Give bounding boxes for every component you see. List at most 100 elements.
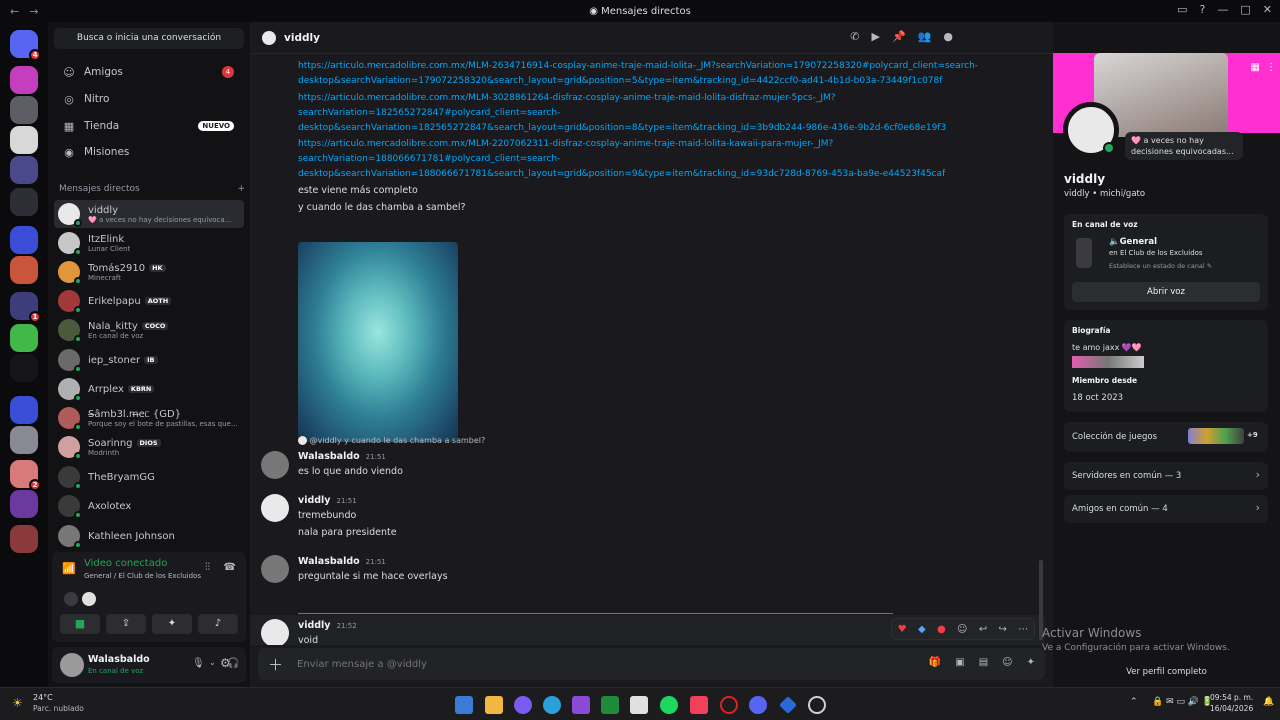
- message-author[interactable]: Walasbaldo 21:51: [298, 451, 386, 462]
- message-link[interactable]: https://articulo.mercadolibre.com.mx/MLM…: [298, 91, 998, 136]
- chevron-down-icon[interactable]: ⌄: [209, 658, 216, 667]
- camera-button[interactable]: ■: [60, 614, 100, 634]
- home-icon[interactable]: 4: [10, 30, 41, 61]
- message-avatar[interactable]: [261, 451, 289, 479]
- cat-image-attachment[interactable]: [298, 242, 458, 442]
- forward-arrow-icon[interactable]: →: [29, 5, 38, 18]
- activities-button[interactable]: ✦: [152, 614, 192, 634]
- voice-call-icon[interactable]: ✆: [850, 30, 859, 43]
- message-avatar[interactable]: [261, 555, 289, 583]
- emoji-icon[interactable]: ☺: [1002, 657, 1012, 668]
- close-icon[interactable]: ✕: [1263, 3, 1272, 16]
- start-icon[interactable]: [455, 696, 473, 714]
- spotify-icon[interactable]: [660, 696, 678, 714]
- voice-channel[interactable]: General / El Club de los Excluidos: [84, 572, 201, 580]
- dm-item[interactable]: Nala_kitty COCO En canal de voz: [54, 316, 244, 344]
- server-icon[interactable]: [10, 426, 38, 454]
- noise-suppression-icon[interactable]: ⫶⫶: [205, 562, 210, 573]
- reply-icon[interactable]: ↩: [979, 624, 987, 635]
- dm-item[interactable]: Arrplex KBRN: [54, 375, 244, 403]
- maximize-icon[interactable]: □: [1240, 3, 1250, 16]
- dm-item[interactable]: ItzElink Lunar Client: [54, 229, 244, 257]
- message-author[interactable]: viddly 21:51: [298, 495, 357, 506]
- tray-icons[interactable]: 🔒 ✉ ▭ 🔊 🔋: [1152, 697, 1213, 707]
- nav-nitro[interactable]: ◎ Nitro: [54, 87, 244, 111]
- mutual-friends[interactable]: Amigos en común — 4 ›: [1064, 495, 1268, 523]
- dm-item[interactable]: S̶âmb3l.m̶eᥴ {GD} Porque soy el bote de …: [54, 404, 244, 432]
- forward-icon[interactable]: ↪: [999, 624, 1007, 635]
- dm-item[interactable]: iep_stoner IB: [54, 346, 244, 374]
- games-card[interactable]: Colección de juegos +9: [1064, 422, 1268, 452]
- nav-friends[interactable]: ☺ Amigos 4: [54, 60, 244, 84]
- video-call-icon[interactable]: ▶: [872, 30, 880, 43]
- help-icon[interactable]: ?: [1200, 3, 1206, 16]
- message-link[interactable]: https://articulo.mercadolibre.com.mx/MLM…: [298, 59, 998, 89]
- message-link[interactable]: https://articulo.mercadolibre.com.mx/MLM…: [298, 137, 998, 182]
- inbox-icon[interactable]: ▭: [1177, 3, 1187, 16]
- apple-reaction-icon[interactable]: ●: [937, 624, 946, 635]
- gif-icon[interactable]: ▣: [955, 657, 964, 668]
- server-icon[interactable]: [10, 354, 38, 382]
- add-attachment-icon[interactable]: ＋: [268, 654, 283, 675]
- discord-taskbar-icon[interactable]: [749, 696, 767, 714]
- user-name[interactable]: Walasbaldo: [88, 654, 150, 665]
- dm-item[interactable]: viddly 🩷 a veces no hay decisiones equiv…: [54, 200, 244, 228]
- heart-reaction-icon[interactable]: ♥: [898, 624, 907, 635]
- video-off-icon[interactable]: [64, 592, 78, 606]
- add-dm-icon[interactable]: +: [237, 184, 245, 194]
- message-input[interactable]: [297, 658, 898, 670]
- message-avatar[interactable]: [261, 619, 289, 645]
- profile-more-icon[interactable]: ⋮: [1266, 62, 1276, 73]
- dm-item[interactable]: Tomás2910 HK Minecraft: [54, 258, 244, 286]
- pin-icon[interactable]: 📌: [892, 30, 906, 43]
- server-icon[interactable]: 2: [10, 460, 41, 491]
- server-icon[interactable]: [10, 490, 38, 518]
- mutual-servers[interactable]: Servidores en común — 3 ›: [1064, 462, 1268, 490]
- message-author[interactable]: viddly 21:52: [298, 620, 357, 631]
- server-icon[interactable]: [10, 525, 38, 553]
- server-icon[interactable]: 1: [10, 292, 41, 323]
- excel-icon[interactable]: [601, 696, 619, 714]
- minimize-icon[interactable]: —: [1217, 3, 1228, 16]
- user-avatar[interactable]: [60, 653, 84, 677]
- nav-store[interactable]: ▦ Tienda NUEVO: [54, 114, 244, 138]
- server-icon[interactable]: [10, 66, 38, 94]
- settings-gear-icon[interactable]: ⚙: [220, 656, 231, 670]
- more-icon[interactable]: ⋯: [1018, 624, 1028, 635]
- dm-item[interactable]: Erikelpapu AOTH: [54, 287, 244, 315]
- disconnect-icon[interactable]: ☎: [224, 562, 236, 573]
- server-icon[interactable]: [10, 188, 38, 216]
- visual-studio-icon[interactable]: [572, 696, 590, 714]
- open-voice-button[interactable]: Abrir voz: [1072, 282, 1260, 302]
- gift-icon[interactable]: 🎁: [929, 657, 941, 668]
- add-friends-icon[interactable]: 👥: [918, 30, 932, 43]
- soundboard-button[interactable]: ♪: [198, 614, 238, 634]
- mic-icon[interactable]: 🎙: [192, 658, 205, 669]
- message-author[interactable]: Walasbaldo 21:51: [298, 556, 386, 567]
- server-icon[interactable]: [10, 324, 38, 352]
- server-icon[interactable]: [10, 126, 38, 154]
- app-icon[interactable]: [779, 696, 797, 714]
- message-avatar[interactable]: [261, 494, 289, 522]
- copilot-icon[interactable]: [514, 696, 532, 714]
- dm-item[interactable]: Kathleen Johnson: [54, 522, 244, 550]
- sticker-icon[interactable]: ▤: [979, 657, 988, 668]
- dm-item[interactable]: Axolotex: [54, 492, 244, 520]
- server-icon[interactable]: [10, 156, 38, 184]
- view-full-profile-link[interactable]: Ver perfil completo: [1053, 667, 1280, 677]
- file-explorer-icon[interactable]: [485, 696, 503, 714]
- server-icon[interactable]: [10, 396, 38, 424]
- server-icon[interactable]: [10, 226, 38, 254]
- back-arrow-icon[interactable]: ←: [10, 5, 19, 18]
- add-reaction-icon[interactable]: ☺: [957, 624, 967, 635]
- server-icon[interactable]: [10, 256, 38, 284]
- server-icon[interactable]: [10, 96, 38, 124]
- dm-item[interactable]: TheBryamGG: [54, 463, 244, 491]
- edge-icon[interactable]: [543, 696, 561, 714]
- nitro-gift-icon[interactable]: ▦: [1251, 62, 1260, 73]
- opera-icon[interactable]: [720, 696, 738, 714]
- user-profile-icon[interactable]: ●: [943, 30, 953, 43]
- apps-icon[interactable]: ✦: [1027, 657, 1035, 668]
- reply-reference[interactable]: @viddly y cuando le das chamba a sambel?: [298, 436, 485, 445]
- message-list[interactable]: https://articulo.mercadolibre.com.mx/MLM…: [250, 55, 1045, 645]
